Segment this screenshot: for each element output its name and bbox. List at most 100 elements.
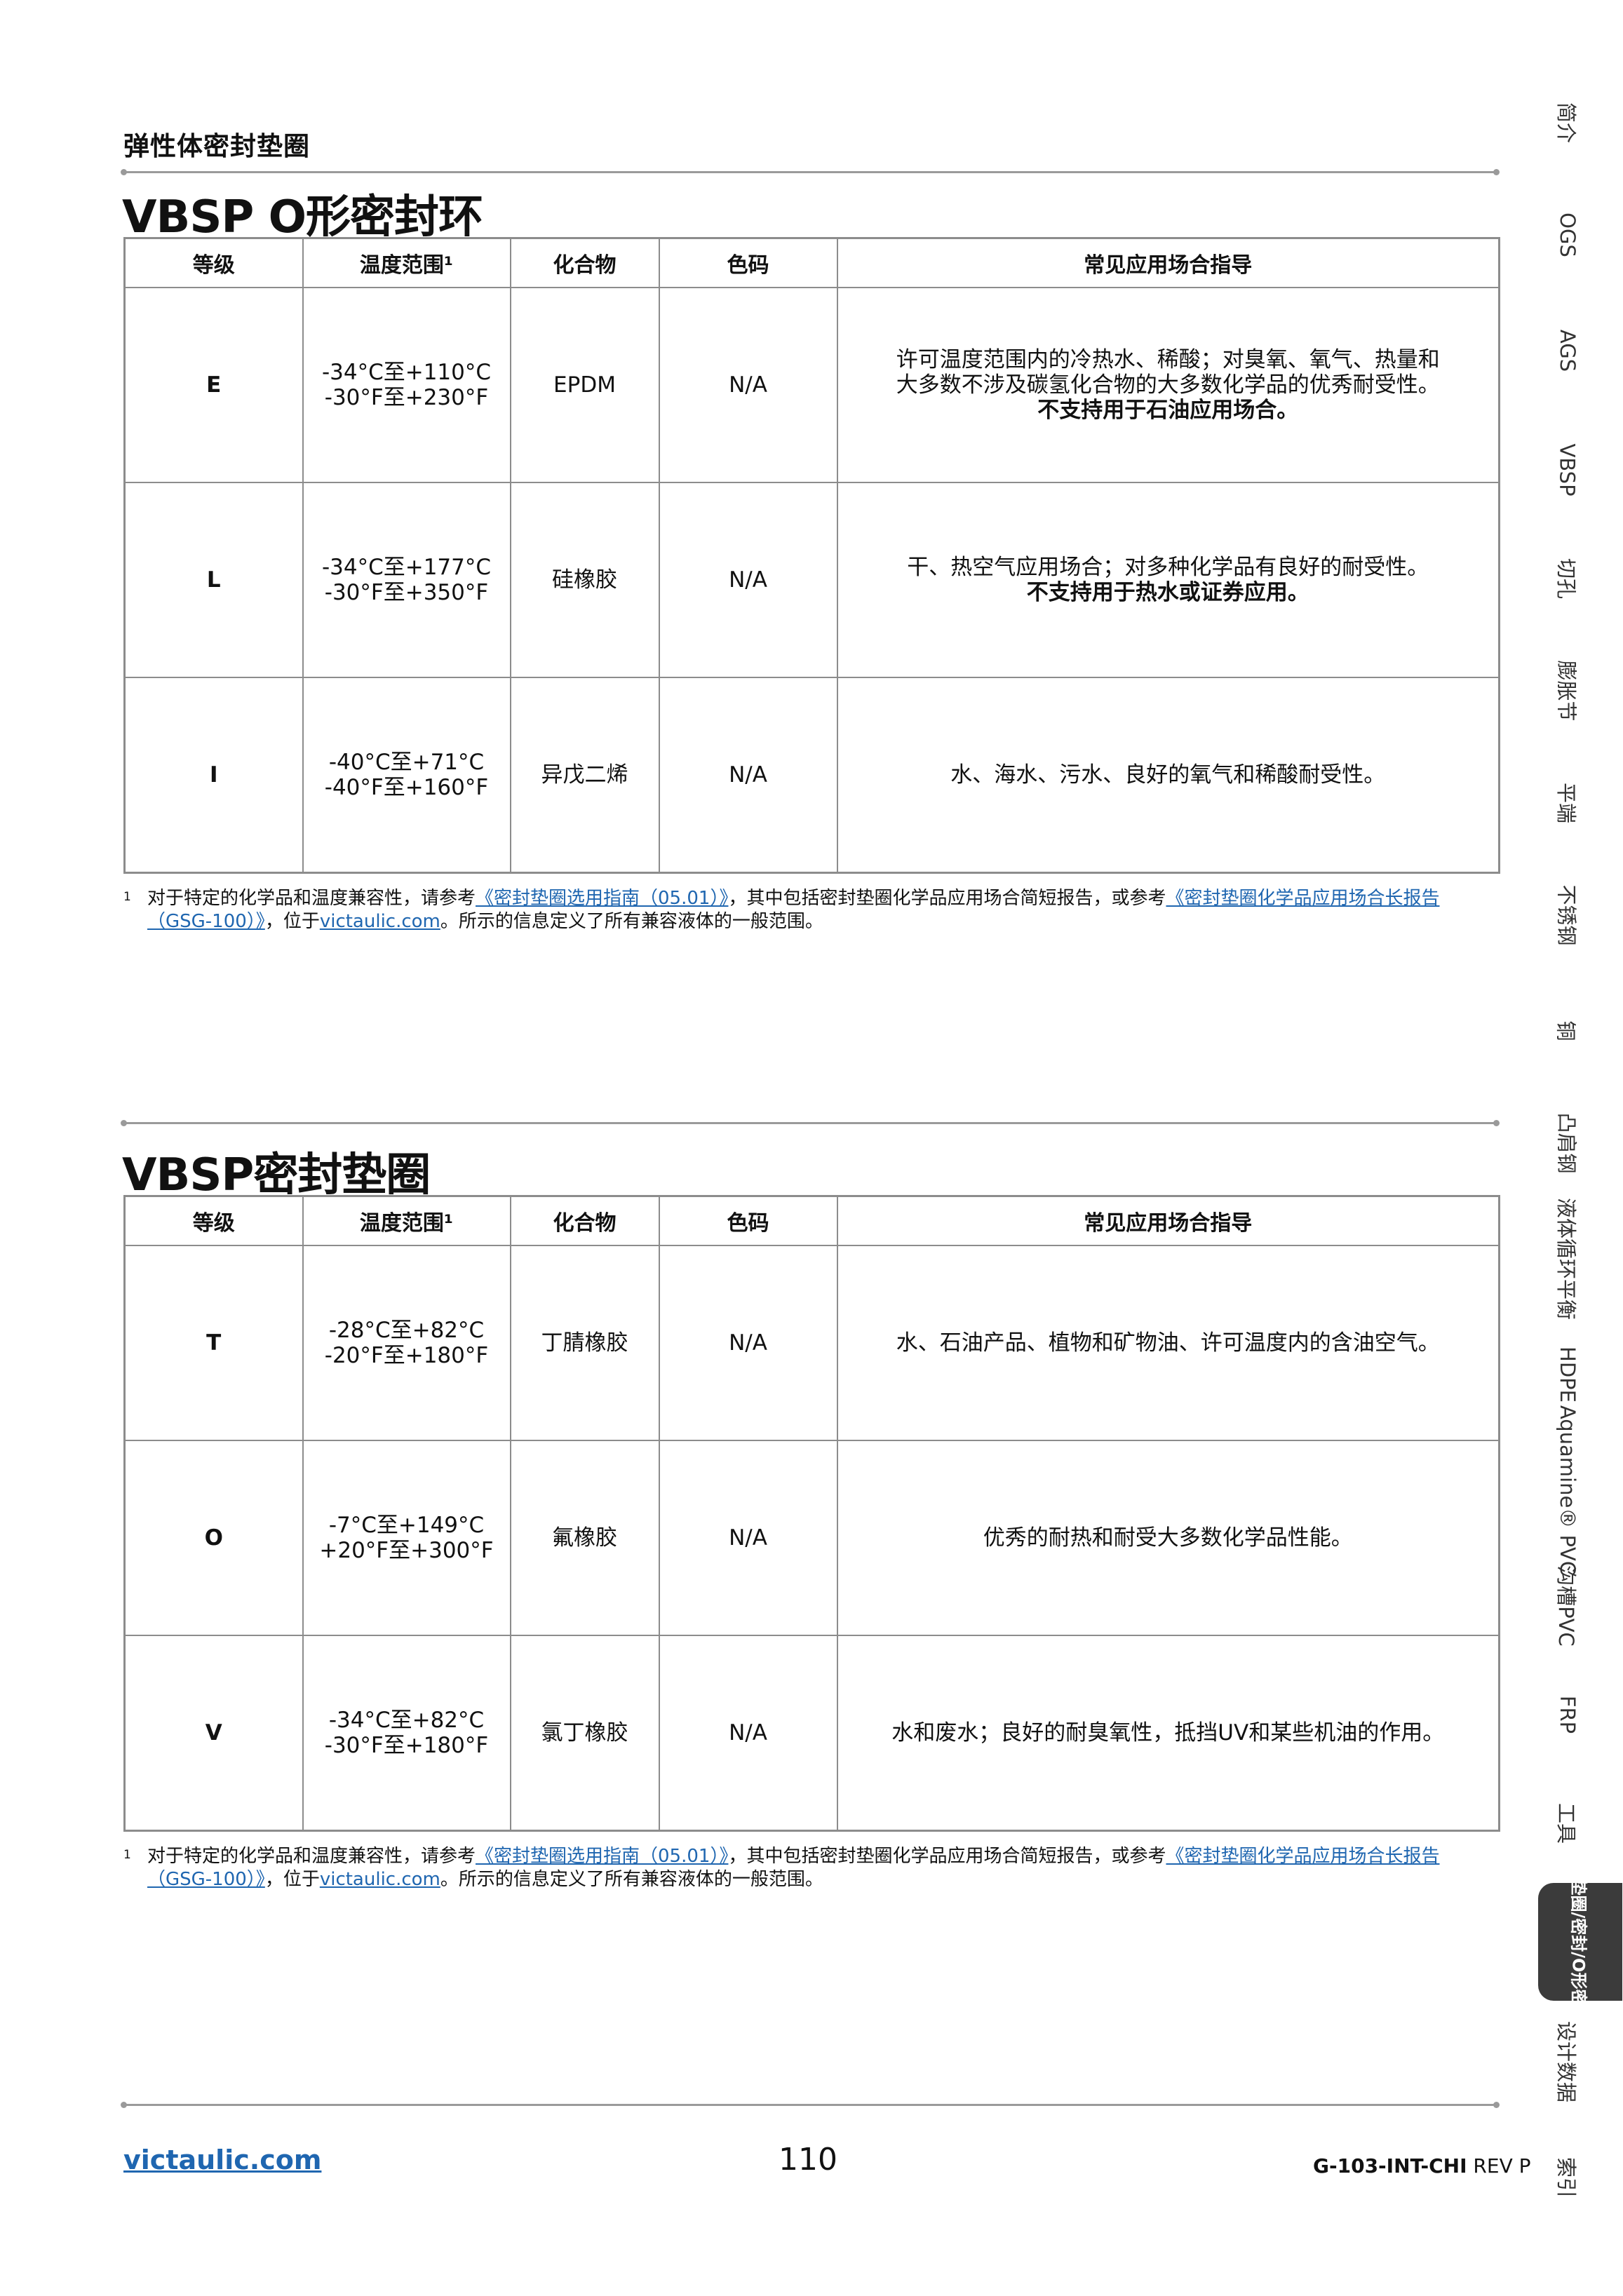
footnote-oring: 1 对于特定的化学品和温度兼容性，请参考《密封垫圈选用指南（05.01）》，其中… bbox=[123, 887, 1456, 933]
footnote-marker: 1 bbox=[123, 890, 131, 904]
grade-cell: E bbox=[123, 287, 304, 483]
temp-cell: -34°C至+177°C -30°F至+350°F bbox=[302, 482, 511, 678]
footnote-text: 对于特定的化学品和温度兼容性，请参考 bbox=[147, 888, 476, 909]
header-temp: 温度范围¹ bbox=[302, 1195, 511, 1246]
application-cell: 水、海水、污水、良好的氧气和稀酸耐受性。 bbox=[836, 677, 1500, 874]
compound-cell: EPDM bbox=[509, 287, 660, 483]
side-tab-hydronic-balancing[interactable]: 液体循环平衡 bbox=[1551, 1198, 1584, 1320]
side-tab-index[interactable]: 索引 bbox=[1551, 2146, 1584, 2209]
footnote-link-website[interactable]: victaulic.com bbox=[320, 911, 440, 932]
header-compound: 化合物 bbox=[509, 1195, 660, 1246]
temp-fahrenheit: -40°F至+160°F bbox=[324, 775, 489, 800]
table-row: E -34°C至+110°C -30°F至+230°F EPDM N/A 许可温度… bbox=[123, 287, 1500, 483]
temp-fahrenheit: -30°F至+350°F bbox=[324, 580, 489, 605]
color-code-cell: N/A bbox=[658, 677, 838, 874]
compound-cell: 硅橡胶 bbox=[509, 482, 660, 678]
table-row: V -34°C至+82°C -30°F至+180°F 氯丁橡胶 N/A 水和废水；… bbox=[123, 1635, 1500, 1832]
temp-cell: -7°C至+149°C +20°F至+300°F bbox=[302, 1440, 511, 1636]
temp-cell: -34°C至+110°C -30°F至+230°F bbox=[302, 287, 511, 483]
table-header-row: 等级 温度范围¹ 化合物 色码 常见应用场合指导 bbox=[123, 1195, 1500, 1246]
application-line: 水、海水、污水、良好的氧气和稀酸耐受性。 bbox=[950, 762, 1386, 788]
grade-cell: O bbox=[123, 1440, 304, 1636]
temp-celsius: -34°C至+110°C bbox=[321, 360, 492, 385]
header-color-code: 色码 bbox=[658, 237, 838, 288]
application-cell: 水和废水；良好的耐臭氧性，抵挡UV和某些机油的作用。 bbox=[836, 1635, 1500, 1832]
table-row: L -34°C至+177°C -30°F至+350°F 硅橡胶 N/A 干、热空气… bbox=[123, 482, 1500, 678]
side-tab-hole-cut[interactable]: 切孔 bbox=[1551, 547, 1584, 610]
side-tab-expansion-joint[interactable]: 膨胀节 bbox=[1551, 656, 1584, 726]
header-application: 常见应用场合指导 bbox=[836, 1195, 1500, 1246]
temp-celsius: -7°C至+149°C bbox=[328, 1513, 485, 1538]
temp-cell: -40°C至+71°C -40°F至+160°F bbox=[302, 677, 511, 874]
side-tab-copper[interactable]: 铜 bbox=[1551, 1003, 1584, 1059]
header-color-code: 色码 bbox=[658, 1195, 838, 1246]
side-tab-aquamine-pvc[interactable]: Aquamine® PVC bbox=[1551, 1405, 1584, 1575]
application-warning: 不支持用于石油应用场合。 bbox=[1037, 398, 1299, 423]
footnote-text: 。所示的信息定义了所有兼容液体的一般范围。 bbox=[440, 1869, 823, 1890]
temp-cell: -28°C至+82°C -20°F至+180°F bbox=[302, 1245, 511, 1441]
application-cell: 水、石油产品、植物和矿物油、许可温度内的含油空气。 bbox=[836, 1245, 1500, 1441]
footnote-link-selection-guide[interactable]: 《密封垫圈选用指南（05.01）》 bbox=[476, 1846, 728, 1867]
footnote-link-selection-guide[interactable]: 《密封垫圈选用指南（05.01）》 bbox=[476, 888, 728, 909]
application-line: 干、热空气应用场合；对多种化学品有良好的耐受性。 bbox=[907, 555, 1429, 580]
application-line: 许可温度范围内的冷热水、稀酸；对臭氧、氧气、热量和 bbox=[896, 347, 1440, 372]
table-row: I -40°C至+71°C -40°F至+160°F 异戊二烯 N/A 水、海水、… bbox=[123, 677, 1500, 874]
application-line: 水和废水；良好的耐臭氧性，抵挡UV和某些机油的作用。 bbox=[891, 1720, 1445, 1745]
temp-fahrenheit: -20°F至+180°F bbox=[324, 1343, 489, 1368]
application-cell: 许可温度范围内的冷热水、稀酸；对臭氧、氧气、热量和 大多数不涉及碳氢化合物的大多数… bbox=[836, 287, 1500, 483]
side-tab-stainless-steel[interactable]: 不锈钢 bbox=[1551, 880, 1584, 950]
side-tab-intro[interactable]: 简介 bbox=[1551, 91, 1584, 154]
header-application: 常见应用场合指导 bbox=[836, 237, 1500, 288]
side-tab-ags[interactable]: AGS bbox=[1551, 319, 1584, 382]
side-tab-frp[interactable]: FRP bbox=[1551, 1683, 1584, 1746]
grade-cell: V bbox=[123, 1635, 304, 1832]
color-code-cell: N/A bbox=[658, 1245, 838, 1441]
temp-celsius: -34°C至+82°C bbox=[328, 1708, 485, 1733]
gasket-table: 等级 温度范围¹ 化合物 色码 常见应用场合指导 T -28°C至+82°C -2… bbox=[123, 1195, 1500, 1832]
temp-fahrenheit: +20°F至+300°F bbox=[319, 1538, 494, 1563]
header-compound: 化合物 bbox=[509, 237, 660, 288]
temp-fahrenheit: -30°F至+180°F bbox=[324, 1733, 489, 1758]
application-warning: 不支持用于热水或证券应用。 bbox=[1026, 580, 1309, 605]
oring-table: 等级 温度范围¹ 化合物 色码 常见应用场合指导 E -34°C至+110°C -… bbox=[123, 237, 1500, 874]
side-tab-ogs[interactable]: OGS bbox=[1551, 203, 1584, 266]
section-label: 弹性体密封垫圈 bbox=[123, 131, 310, 161]
document-code: G-103-INT-CHI bbox=[1313, 2154, 1467, 2177]
temp-celsius: -40°C至+71°C bbox=[328, 750, 485, 775]
compound-cell: 异戊二烯 bbox=[509, 677, 660, 874]
compound-cell: 氯丁橡胶 bbox=[509, 1635, 660, 1832]
footnote-text: ，其中包括密封垫圈化学品应用场合简短报告，或参考 bbox=[728, 1846, 1166, 1867]
table-row: T -28°C至+82°C -20°F至+180°F 丁腈橡胶 N/A 水、石油产… bbox=[123, 1245, 1500, 1441]
footnote-text: ，位于 bbox=[264, 1869, 320, 1890]
side-tab-gaskets-active[interactable]: 密封垫圈/密封/O形密封环 bbox=[1538, 1844, 1622, 2039]
application-line: 大多数不涉及碳氢化合物的大多数化学品的优秀耐受性。 bbox=[896, 372, 1440, 398]
compound-cell: 氟橡胶 bbox=[509, 1440, 660, 1636]
grade-cell: I bbox=[123, 677, 304, 874]
side-tab-grooved-pvc[interactable]: 沟槽PVC bbox=[1551, 1564, 1584, 1648]
bottom-rule bbox=[121, 2102, 1500, 2108]
footer-website-link[interactable]: victaulic.com bbox=[123, 2145, 321, 2175]
top-rule bbox=[121, 169, 1500, 175]
footnote-text: ，位于 bbox=[264, 911, 320, 932]
side-tab-shouldered-steel[interactable]: 凸肩钢 bbox=[1551, 1108, 1584, 1178]
table-header-row: 等级 温度范围¹ 化合物 色码 常见应用场合指导 bbox=[123, 237, 1500, 288]
application-cell: 干、热空气应用场合；对多种化学品有良好的耐受性。 不支持用于热水或证券应用。 bbox=[836, 482, 1500, 678]
footnote-text: 。所示的信息定义了所有兼容液体的一般范围。 bbox=[440, 911, 823, 932]
page-number: 110 bbox=[779, 2142, 837, 2177]
temp-fahrenheit: -30°F至+230°F bbox=[324, 385, 489, 410]
application-cell: 优秀的耐热和耐受大多数化学品性能。 bbox=[836, 1440, 1500, 1636]
application-line: 优秀的耐热和耐受大多数化学品性能。 bbox=[983, 1525, 1353, 1551]
side-tab-plain-end[interactable]: 平端 bbox=[1551, 775, 1584, 831]
table-row: O -7°C至+149°C +20°F至+300°F 氟橡胶 N/A 优秀的耐热和… bbox=[123, 1440, 1500, 1636]
application-line: 水、石油产品、植物和矿物油、许可温度内的含油空气。 bbox=[896, 1330, 1440, 1356]
color-code-cell: N/A bbox=[658, 1635, 838, 1832]
temp-celsius: -28°C至+82°C bbox=[328, 1318, 485, 1343]
side-tab-hdpe[interactable]: HDPE bbox=[1551, 1336, 1584, 1413]
side-tab-design-data[interactable]: 设计数据 bbox=[1551, 2021, 1584, 2102]
document-revision: REV P bbox=[1467, 2154, 1531, 2177]
grade-cell: L bbox=[123, 482, 304, 678]
footnote-link-website[interactable]: victaulic.com bbox=[320, 1869, 440, 1890]
side-tab-vbsp[interactable]: VBSP bbox=[1551, 431, 1584, 508]
header-grade: 等级 bbox=[123, 237, 304, 288]
temp-cell: -34°C至+82°C -30°F至+180°F bbox=[302, 1635, 511, 1832]
